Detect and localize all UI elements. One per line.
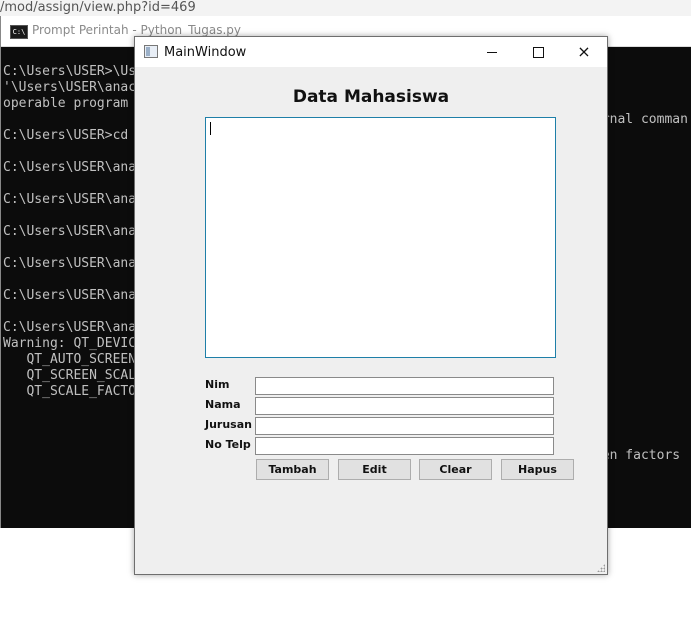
console-fragment-line2: ernal comman	[594, 112, 688, 127]
no-telp-label: No Telp	[205, 438, 251, 451]
maximize-button[interactable]	[515, 37, 561, 67]
window-title: MainWindow	[164, 45, 247, 60]
no-telp-input[interactable]	[255, 437, 554, 455]
clear-button[interactable]: Clear	[419, 459, 492, 480]
console-output-right: ernal comman een factors	[594, 80, 688, 496]
maximize-icon	[532, 47, 544, 58]
text-caret	[210, 122, 211, 135]
main-window[interactable]: MainWindow × Data Mahasiswa Nim Nama Jur…	[134, 36, 608, 575]
browser-url-bar[interactable]: /mod/assign/view.php?id=469	[0, 0, 691, 16]
data-display-textarea[interactable]	[205, 117, 556, 358]
cmd-icon: C:\	[10, 25, 28, 39]
minimize-button[interactable]	[469, 37, 515, 67]
hapus-button[interactable]: Hapus	[501, 459, 574, 480]
nama-input[interactable]	[255, 397, 554, 415]
close-button[interactable]: ×	[561, 37, 607, 67]
nim-label: Nim	[205, 378, 230, 391]
window-titlebar[interactable]: MainWindow ×	[135, 37, 607, 67]
nim-input[interactable]	[255, 377, 554, 395]
tambah-button[interactable]: Tambah	[256, 459, 329, 480]
edit-button[interactable]: Edit	[338, 459, 411, 480]
jurusan-input[interactable]	[255, 417, 554, 435]
minimize-icon	[487, 52, 497, 53]
close-icon: ×	[577, 42, 591, 61]
url-text: /mod/assign/view.php?id=469	[0, 0, 196, 15]
window-icon	[144, 45, 158, 58]
resize-grip-icon[interactable]	[597, 564, 605, 572]
nama-label: Nama	[205, 398, 241, 411]
console-fragment-line19: een factors	[594, 448, 681, 463]
jurusan-label: Jurusan	[205, 418, 252, 431]
page-title: Data Mahasiswa	[292, 87, 450, 107]
console-title: Prompt Perintah - Python_Tugas.py	[32, 23, 242, 37]
